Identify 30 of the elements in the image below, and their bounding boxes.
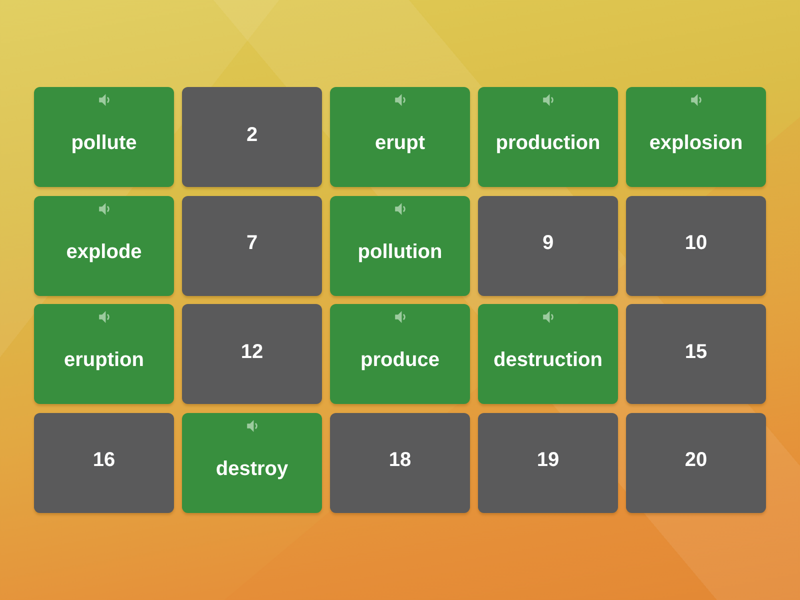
number-tile[interactable]: 19 — [478, 412, 618, 513]
word-tile[interactable]: destroy — [182, 412, 322, 513]
word-tile[interactable]: produce — [330, 304, 470, 404]
number-tile[interactable]: 20 — [626, 412, 766, 513]
word-tile[interactable]: production — [478, 87, 618, 187]
speaker-icon[interactable] — [394, 202, 406, 215]
word-tile[interactable]: erupt — [330, 87, 470, 187]
number-tile[interactable]: 15 — [626, 304, 766, 404]
word-tile[interactable]: eruption — [34, 304, 174, 404]
word-tile[interactable]: destruction — [478, 304, 618, 404]
word-tile[interactable]: explosion — [626, 87, 766, 187]
number-tile[interactable]: 12 — [182, 304, 322, 404]
speaker-icon[interactable] — [98, 94, 110, 106]
number-tile[interactable]: 2 — [182, 87, 322, 187]
number-tile[interactable]: 7 — [182, 196, 322, 296]
number-tile[interactable]: 18 — [330, 412, 470, 513]
speaker-icon[interactable] — [246, 420, 258, 432]
word-tile[interactable]: pollute — [34, 87, 174, 187]
speaker-icon[interactable] — [542, 94, 554, 106]
word-tile[interactable]: explode — [34, 196, 174, 296]
number-tile[interactable]: 16 — [34, 412, 174, 513]
speaker-icon[interactable] — [98, 202, 110, 215]
number-tile[interactable]: 10 — [626, 196, 766, 296]
speaker-icon[interactable] — [542, 311, 554, 324]
speaker-icon[interactable] — [394, 94, 406, 106]
number-tile[interactable]: 9 — [478, 196, 618, 296]
word-tile[interactable]: pollution — [330, 196, 470, 296]
speaker-icon[interactable] — [98, 311, 110, 324]
speaker-icon[interactable] — [690, 94, 702, 106]
speaker-icon[interactable] — [394, 311, 406, 324]
